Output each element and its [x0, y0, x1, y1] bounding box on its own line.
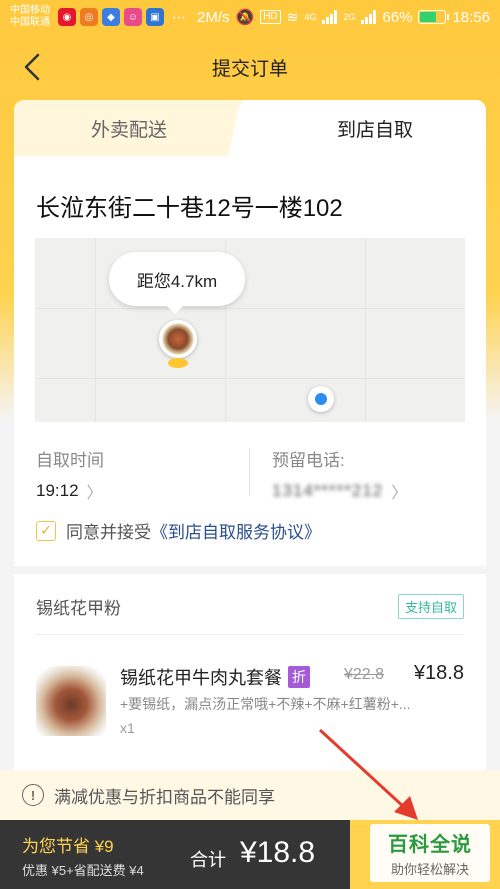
- more-icon: ⋯: [172, 8, 186, 25]
- total-value: ¥18.8: [240, 836, 316, 869]
- pickup-supported-badge: 支持自取: [397, 594, 464, 619]
- phone-label: 预留电话:: [272, 451, 345, 470]
- map-gridline: [95, 238, 96, 422]
- original-price: ¥22.8: [344, 666, 385, 683]
- watermark-logo: 百科全说 助你轻松解决: [370, 824, 490, 882]
- phone-selector[interactable]: 预留电话: 1314*****212 〉: [272, 446, 407, 503]
- map-gridline: [35, 378, 465, 379]
- pickup-time-label: 自取时间: [36, 451, 104, 470]
- phone-value: 1314*****212: [272, 481, 384, 500]
- app-icon: ▣: [146, 8, 164, 26]
- network-4g: 4G: [304, 12, 317, 22]
- pickup-time-selector[interactable]: 自取时间 19:12 〉: [36, 446, 104, 503]
- chevron-right-icon: 〉: [391, 485, 408, 502]
- map-gridline: [35, 308, 465, 309]
- battery-percent: 66%: [382, 8, 413, 26]
- item-price: ¥18.8: [413, 662, 464, 684]
- food-options: +要锡纸，漏点汤正常哦+不辣+不麻+红薯粉+...: [120, 696, 411, 712]
- discount-tag: 折: [288, 666, 310, 688]
- food-image: [36, 666, 106, 736]
- weibo-icon: ◎: [80, 8, 98, 26]
- carrier-info: 中国移动 中国联通: [10, 5, 50, 29]
- signal-icon: [361, 10, 377, 24]
- agreement-link[interactable]: 《到店自取服务协议》: [151, 523, 321, 542]
- carrier-1: 中国移动: [10, 5, 50, 16]
- food-name: 锡纸花甲牛肉丸套餐: [120, 668, 282, 688]
- food-name-row: 锡纸花甲牛肉丸套餐 折: [120, 664, 310, 690]
- network-speed: 2M/s: [197, 8, 230, 26]
- tab-pickup[interactable]: 到店自取: [244, 100, 486, 157]
- user-location-marker: [308, 386, 334, 412]
- mute-icon: 🔕: [235, 9, 255, 26]
- delivery-mode-tabs: 外卖配送 到店自取: [14, 100, 486, 157]
- tab-delivery-label: 外卖配送: [90, 120, 167, 141]
- agreement-text: 同意并接受: [66, 523, 151, 542]
- page-title: 提交订单: [211, 59, 288, 80]
- agreement-checkbox[interactable]: ✓: [36, 520, 56, 541]
- pickup-time-value: 19:12: [36, 481, 79, 500]
- shop-name: 锡纸花甲粉: [36, 599, 121, 618]
- carrier-2: 中国联通: [10, 17, 50, 28]
- distance-text: 距您4.7km: [136, 271, 218, 291]
- nav-header: 提交订单: [0, 34, 500, 100]
- agreement-row: ✓ 同意并接受《到店自取服务协议》: [36, 518, 321, 543]
- check-icon: ✓: [40, 522, 52, 538]
- status-right: 2M/s 🔕 HD ≋ 4G 2G 66% 18:56: [197, 8, 490, 27]
- divider: [36, 634, 464, 635]
- battery-icon: [418, 10, 450, 24]
- map-view[interactable]: 距您4.7km: [35, 238, 465, 422]
- network-2g: 2G: [343, 12, 356, 22]
- hd-badge: HD: [260, 10, 281, 24]
- shop-location-marker[interactable]: [159, 320, 197, 358]
- status-bar: 中国移动 中国联通 ◉ ◎ ◆ ☺ ▣ ⋯ 2M/s 🔕 HD ≋ 4G 2G …: [0, 0, 500, 34]
- distance-bubble: 距您4.7km: [109, 252, 245, 314]
- signal-icon: [322, 10, 338, 24]
- weibo-icon: ◉: [58, 8, 76, 26]
- app-icon: ☺: [124, 8, 142, 26]
- discount-notice: ! 满减优惠与折扣商品不能同享: [0, 770, 500, 820]
- marker-base: [168, 358, 188, 368]
- clock: 18:56: [452, 8, 490, 26]
- info-icon: !: [22, 784, 44, 806]
- food-quantity: x1: [120, 720, 135, 736]
- divider: [249, 448, 250, 496]
- notice-text: 满减优惠与折扣商品不能同享: [54, 787, 275, 807]
- order-card: 锡纸花甲粉 支持自取 锡纸花甲牛肉丸套餐 折 ¥22.8 ¥18.8 +要锡纸，…: [14, 574, 486, 774]
- total-label: 合计: [190, 850, 226, 870]
- app-icon: ◆: [102, 8, 120, 26]
- watermark-sub: 助你轻松解决: [390, 862, 469, 877]
- watermark-main: 百科全说: [388, 834, 472, 856]
- tab-pickup-label: 到店自取: [336, 120, 413, 141]
- store-address: 长涖东街二十巷12号一楼102: [36, 195, 343, 222]
- pickup-card: 长涖东街二十巷12号一楼102 距您4.7km 自取时间 19:12 〉 预留电…: [14, 156, 486, 566]
- savings-title: 为您节省 ¥9: [22, 837, 114, 856]
- chevron-right-icon: 〉: [86, 485, 103, 502]
- wifi-icon: ≋: [286, 8, 299, 25]
- savings-detail: 优惠 ¥5+省配送费 ¥4: [22, 863, 144, 878]
- map-gridline: [365, 238, 366, 422]
